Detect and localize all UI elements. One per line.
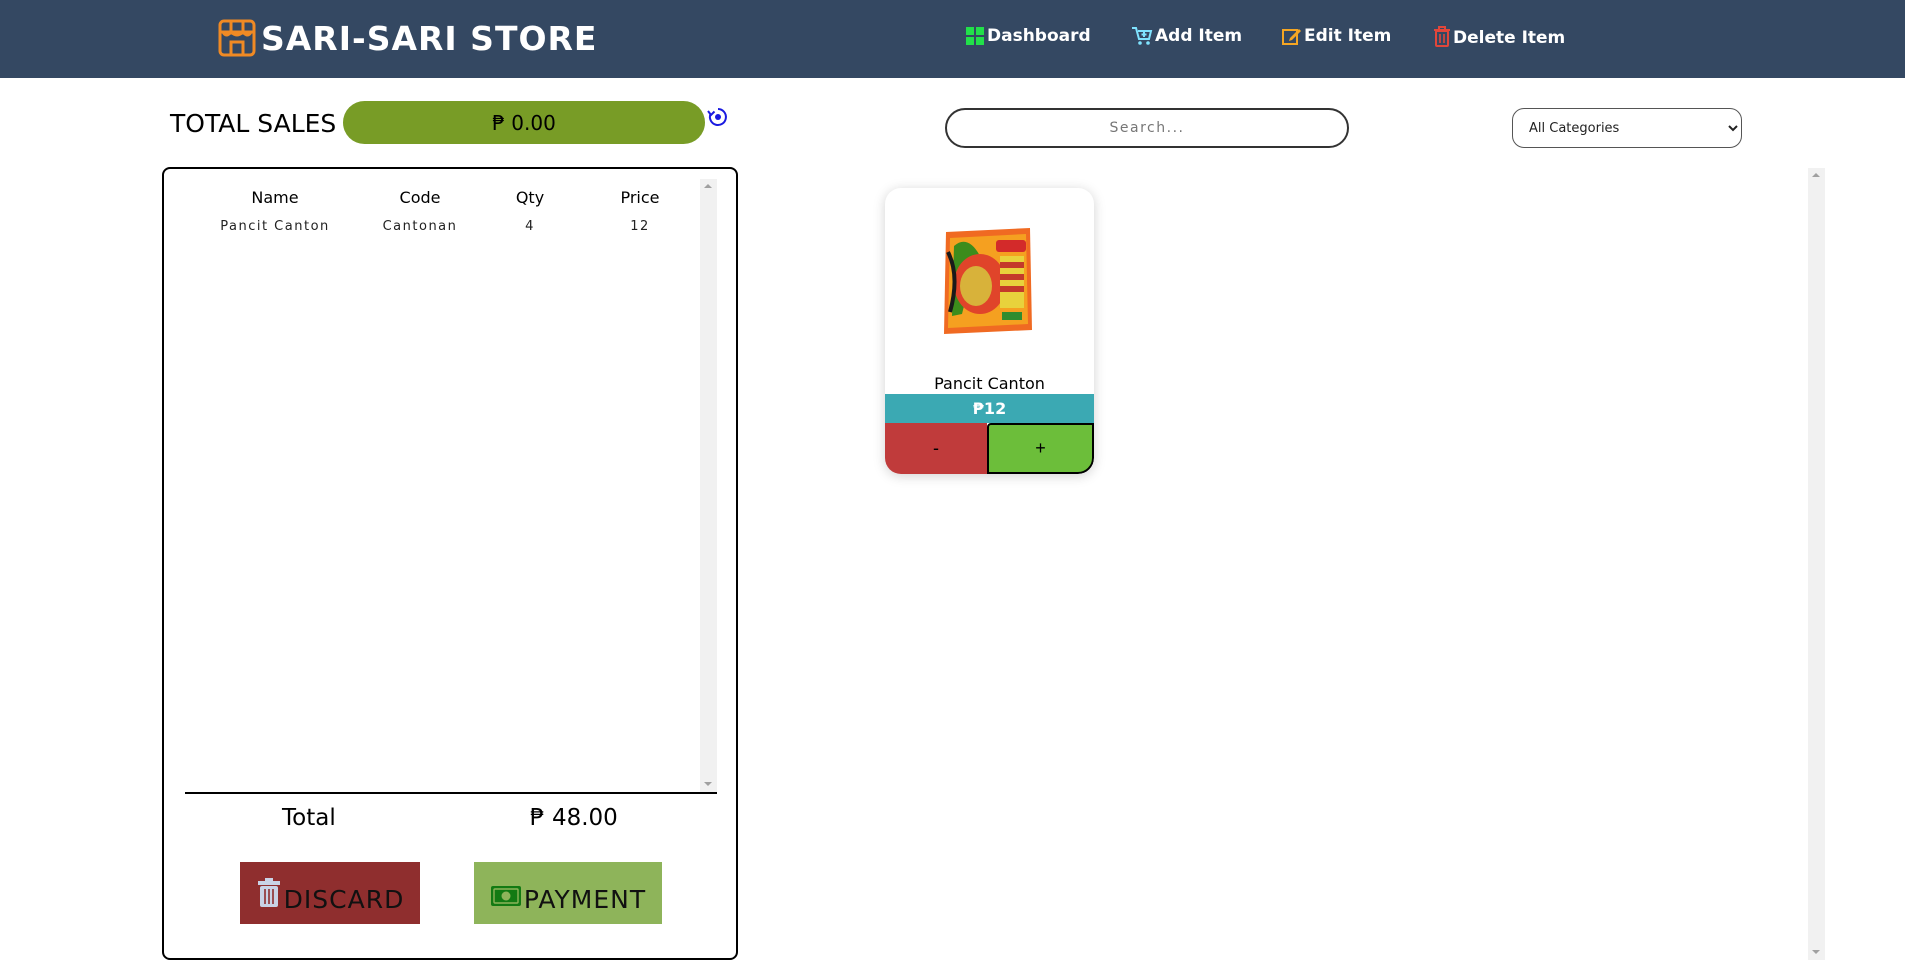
- store-icon: [218, 19, 256, 57]
- cart-item-name: Pancit Canton: [220, 218, 330, 234]
- decrease-quantity-button[interactable]: -: [885, 423, 987, 474]
- refresh-icon[interactable]: [707, 106, 729, 128]
- cart-total-label: Total: [282, 805, 336, 831]
- cart-table: Name Code Qty Price Pancit Canton Canton…: [185, 179, 695, 237]
- nav-dashboard[interactable]: Dashboard: [965, 26, 1091, 46]
- scroll-up-arrow-icon[interactable]: [1812, 173, 1820, 177]
- cart-table-header: Name Code Qty Price: [185, 179, 695, 215]
- total-sales-label: TOTAL SALES: [170, 109, 337, 138]
- dashboard-grid-icon: [966, 27, 984, 45]
- nav-edit-item[interactable]: Edit Item: [1282, 26, 1391, 46]
- cart-item-price: 12: [630, 218, 650, 234]
- cart-scrollbar[interactable]: [700, 179, 717, 792]
- category-select[interactable]: All Categories: [1512, 108, 1742, 148]
- column-header-name: Name: [251, 187, 299, 207]
- top-navbar: SARI-SARI STORE Dashboard Add Item Edit …: [0, 0, 1905, 78]
- discard-button-label: DISCARD: [283, 885, 405, 914]
- scroll-down-arrow-icon[interactable]: [704, 782, 712, 786]
- total-sales-value: ₱ 0.00: [343, 101, 705, 144]
- nav-edit-item-label: Edit Item: [1304, 26, 1392, 46]
- pancit-canton-product-image: [944, 228, 1032, 334]
- nav-add-item-label: Add Item: [1155, 26, 1243, 46]
- nav-delete-item[interactable]: Delete Item: [1433, 26, 1565, 48]
- product-card: Pancit Canton ₱12 - +: [885, 188, 1094, 474]
- cart-item-code: Cantonan: [382, 218, 458, 234]
- product-price: ₱12: [885, 394, 1094, 423]
- cart-total-value: ₱ 48.00: [530, 805, 618, 831]
- nav-add-item[interactable]: Add Item: [1131, 26, 1242, 46]
- payment-button-label: PAYMENT: [523, 885, 647, 914]
- table-row[interactable]: Pancit Canton Cantonan 4 12: [185, 215, 695, 237]
- column-header-qty: Qty: [515, 187, 545, 207]
- cart-panel: Name Code Qty Price Pancit Canton Canton…: [162, 167, 738, 960]
- trash-icon: [257, 878, 280, 907]
- product-grid-scrollbar[interactable]: [1808, 168, 1825, 960]
- increase-quantity-button[interactable]: +: [987, 423, 1094, 474]
- cash-icon: [490, 886, 521, 906]
- product-grid[interactable]: Pancit Canton ₱12 - +: [870, 168, 1825, 960]
- discard-button[interactable]: DISCARD: [240, 862, 420, 924]
- payment-button[interactable]: PAYMENT: [474, 862, 662, 924]
- scroll-up-arrow-icon[interactable]: [704, 184, 712, 188]
- product-name: Pancit Canton: [934, 374, 1045, 393]
- cart-divider: [185, 792, 717, 794]
- cart-add-icon: [1132, 27, 1153, 45]
- brand-title: SARI-SARI STORE: [261, 18, 598, 58]
- edit-icon: [1282, 29, 1301, 45]
- brand[interactable]: SARI-SARI STORE: [217, 18, 597, 58]
- scroll-down-arrow-icon[interactable]: [1812, 950, 1820, 954]
- column-header-code: Code: [399, 187, 441, 207]
- column-header-price: Price: [620, 187, 660, 207]
- cart-items-scroll[interactable]: Name Code Qty Price Pancit Canton Canton…: [185, 179, 717, 802]
- trash-icon: [1434, 26, 1450, 47]
- cart-item-qty: 4: [525, 218, 535, 234]
- search-input[interactable]: [945, 108, 1349, 148]
- nav-dashboard-label: Dashboard: [987, 26, 1091, 46]
- nav-delete-item-label: Delete Item: [1453, 28, 1566, 48]
